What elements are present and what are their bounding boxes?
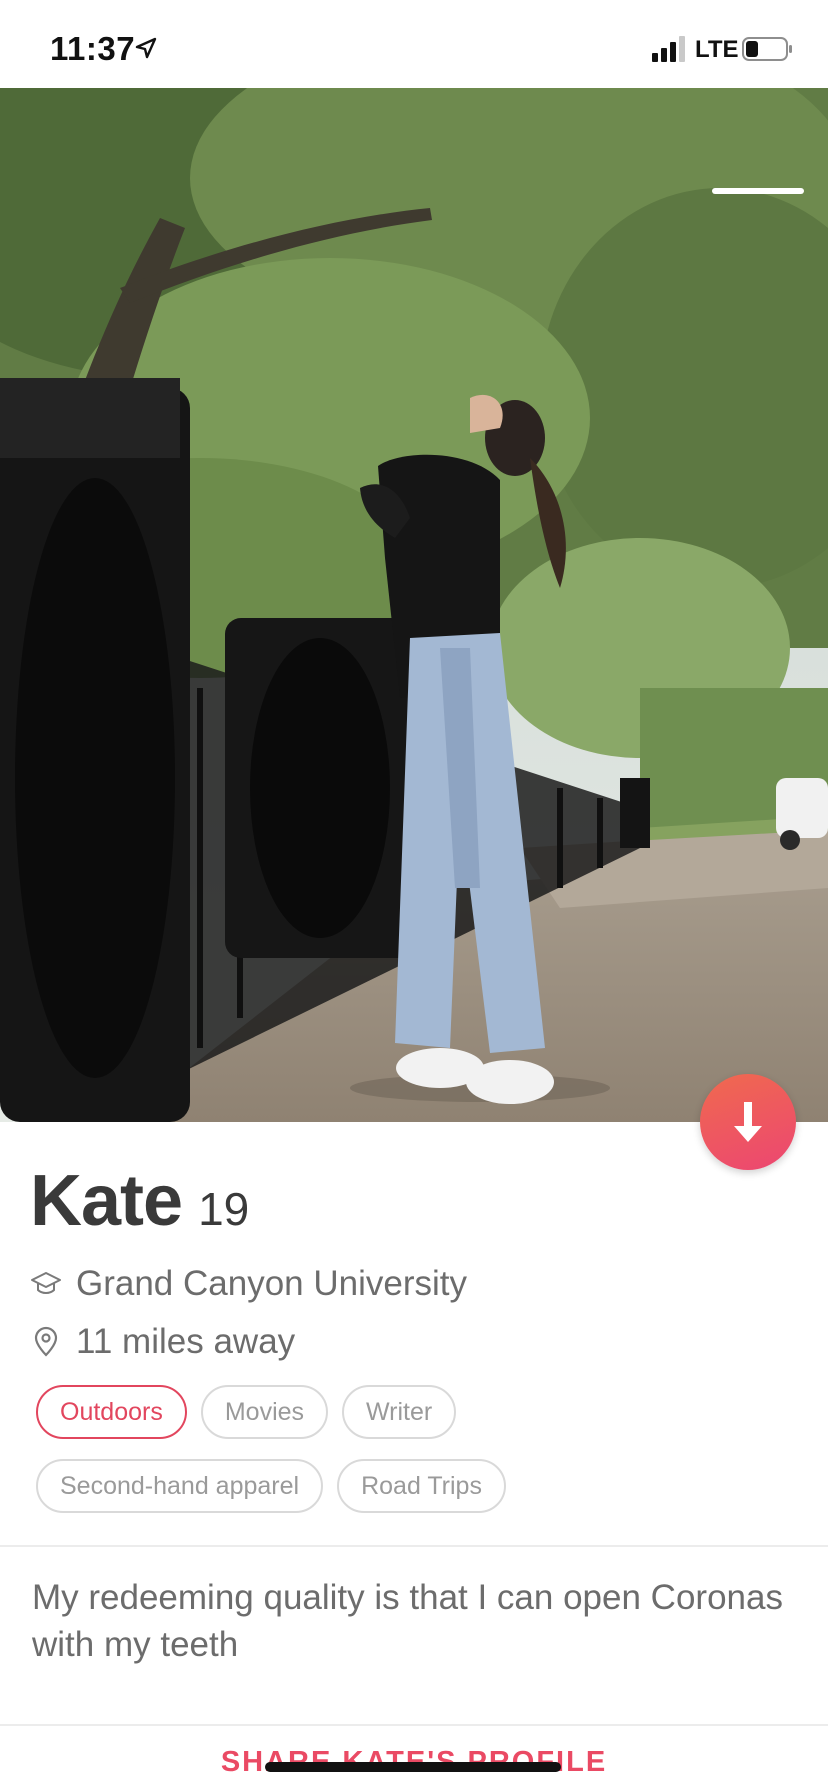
school-name: Grand Canyon University (76, 1264, 467, 1303)
school-row: Grand Canyon University (30, 1264, 467, 1304)
name-age-row: Kate 19 (30, 1160, 249, 1242)
distance-text: 11 miles away (76, 1322, 296, 1361)
profile-age: 19 (198, 1183, 250, 1235)
home-indicator[interactable] (265, 1762, 561, 1772)
interest-tag-movies: Movies (200, 1385, 329, 1439)
interest-tags-row-1: Outdoors Movies Writer (36, 1385, 796, 1439)
interest-tag-road-trips: Road Trips (337, 1459, 506, 1513)
collapse-profile-button[interactable] (700, 1074, 796, 1170)
distance-row: 11 miles away (30, 1322, 295, 1362)
graduation-cap-icon (31, 1272, 61, 1294)
profile-bio: My redeeming quality is that I can open … (32, 1578, 783, 1664)
interest-tag-writer: Writer (342, 1385, 457, 1439)
battery-icon (742, 37, 792, 61)
profile-name: Kate (30, 1161, 183, 1241)
interest-tags-row-2: Second-hand apparel Road Trips (36, 1459, 796, 1513)
divider (0, 1545, 828, 1547)
interest-tag-second-hand-apparel: Second-hand apparel (36, 1459, 324, 1513)
arrow-down-icon (734, 1102, 762, 1142)
status-time: 11:37 (50, 30, 136, 67)
location-pin-icon (34, 1326, 58, 1357)
status-bar: 11:37 LTE (0, 0, 828, 88)
location-arrow-icon (135, 37, 157, 59)
network-type: LTE (695, 36, 739, 63)
signal-icon (652, 36, 685, 62)
profile-photo[interactable] (0, 88, 828, 1122)
divider (0, 1724, 828, 1726)
interest-tag-outdoors: Outdoors (36, 1385, 187, 1439)
photo-page-indicator (712, 188, 804, 194)
profile-photo-image (0, 88, 828, 1122)
